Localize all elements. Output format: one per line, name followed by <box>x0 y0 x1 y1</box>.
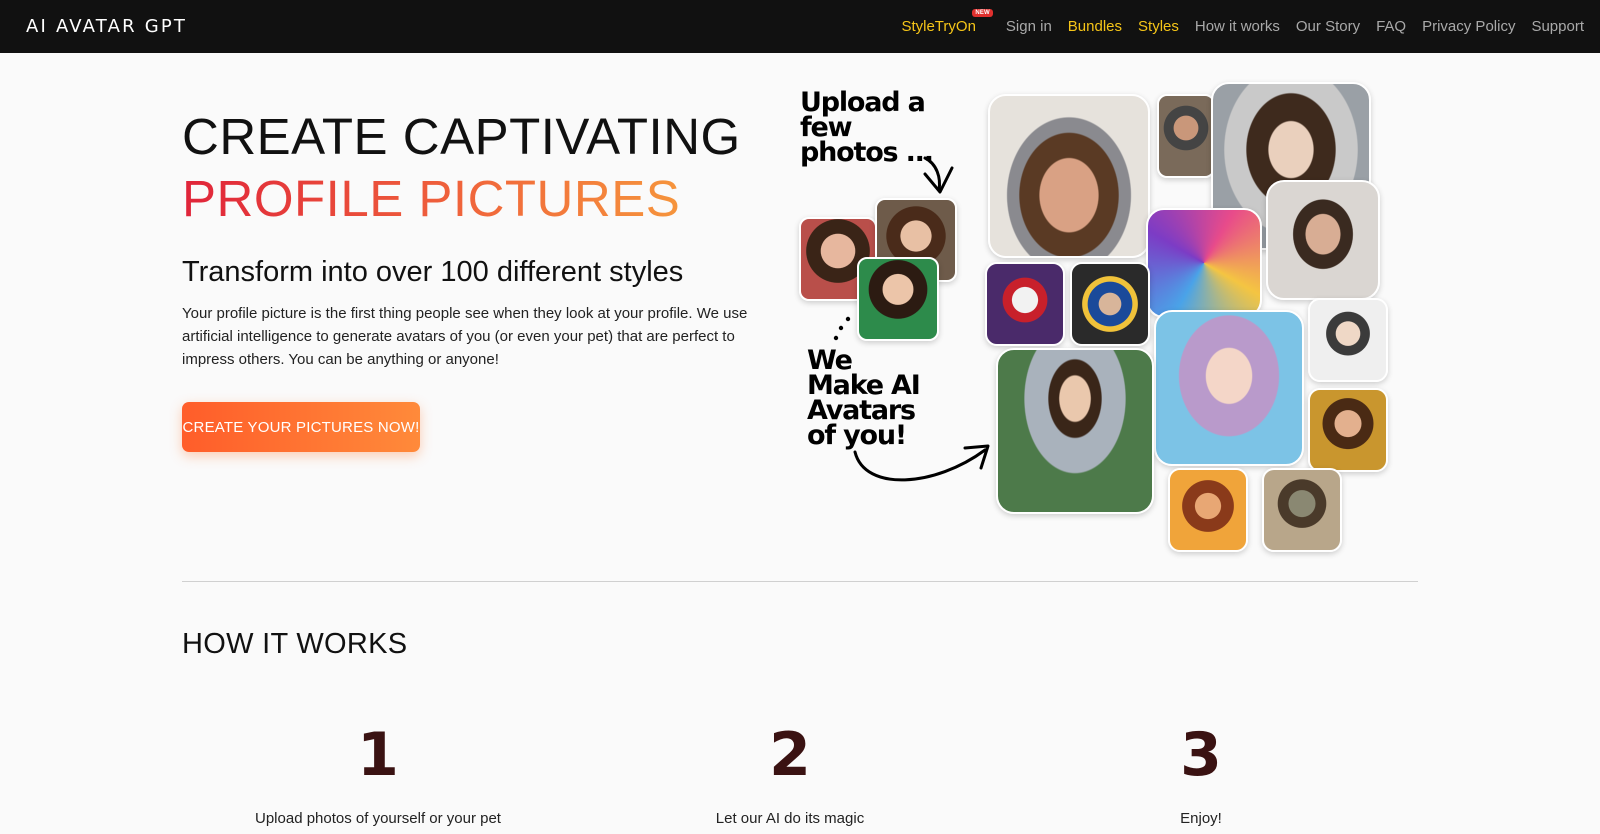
step-2: 2 Let our AI do its magic <box>620 720 960 827</box>
hero-title-line1: CREATE CAPTIVATING <box>182 108 741 165</box>
brand-logo[interactable]: AI AVATAR GPT <box>26 16 187 37</box>
nav-link-how-it-works[interactable]: How it works <box>1195 18 1280 35</box>
new-badge: NEW <box>972 9 993 17</box>
step-label: Enjoy! <box>1180 810 1222 827</box>
hero-title-line2: PROFILE PICTURES <box>182 168 741 230</box>
step-label: Upload photos of yourself or your pet <box>255 810 501 827</box>
curved-arrow-icon <box>853 448 987 482</box>
step-3: 3 Enjoy! <box>1031 720 1371 827</box>
avatar-golden <box>1308 388 1388 472</box>
nav-links: StyleTryOn NEW Sign in Bundles Styles Ho… <box>885 9 1584 35</box>
nav-link-label: StyleTryOn <box>901 18 976 35</box>
avatar-viking <box>988 94 1150 258</box>
step-number: 1 <box>357 720 399 790</box>
step-label: Let our AI do its magic <box>715 810 865 827</box>
nav-link-support[interactable]: Support <box>1531 18 1584 35</box>
step-number: 2 <box>769 720 811 790</box>
nav-link-privacy-policy[interactable]: Privacy Policy <box>1422 18 1515 35</box>
avatar-zombie <box>1262 468 1342 552</box>
section-divider <box>182 581 1418 582</box>
how-it-works-title: HOW IT WORKS <box>182 628 408 660</box>
nav-link-styletryon[interactable]: StyleTryOn NEW <box>901 9 993 35</box>
avatar-anime <box>1154 310 1304 466</box>
hero-title: CREATE CAPTIVATING PROFILE PICTURES <box>182 106 741 230</box>
nav-link-sign-in[interactable]: Sign in <box>1006 18 1052 35</box>
step-number: 3 <box>1180 720 1222 790</box>
avatar-sunglasses <box>1308 298 1388 382</box>
nav-link-faq[interactable]: FAQ <box>1376 18 1406 35</box>
avatar-pearl-earring <box>1070 262 1150 346</box>
nav-link-bundles[interactable]: Bundles <box>1068 18 1122 35</box>
avatar-cyborg <box>1157 94 1215 178</box>
nav-link-our-story[interactable]: Our Story <box>1296 18 1360 35</box>
hero-subtitle: Transform into over 100 different styles <box>182 256 684 288</box>
arrow-down-icon <box>923 156 941 192</box>
avatar-jester <box>985 262 1065 346</box>
dot-icon <box>845 316 851 322</box>
avatar-portrait <box>1266 180 1380 300</box>
input-photo-3 <box>857 257 939 341</box>
top-navbar: AI AVATAR GPT StyleTryOn NEW Sign in Bun… <box>0 0 1600 53</box>
nav-link-styles[interactable]: Styles <box>1138 18 1179 35</box>
dot-icon <box>838 325 844 331</box>
avatar-collage: Upload a few photos ... We Make AI Avata… <box>799 82 1425 562</box>
create-pictures-button[interactable]: CREATE YOUR PICTURES NOW! <box>182 402 420 452</box>
avatar-business-suit <box>996 348 1154 514</box>
avatar-pop-art <box>1146 208 1262 318</box>
dot-icon <box>833 335 839 341</box>
step-1: 1 Upload photos of yourself or your pet <box>208 720 548 827</box>
avatar-hooded <box>1168 468 1248 552</box>
hero-description: Your profile picture is the first thing … <box>182 305 748 368</box>
